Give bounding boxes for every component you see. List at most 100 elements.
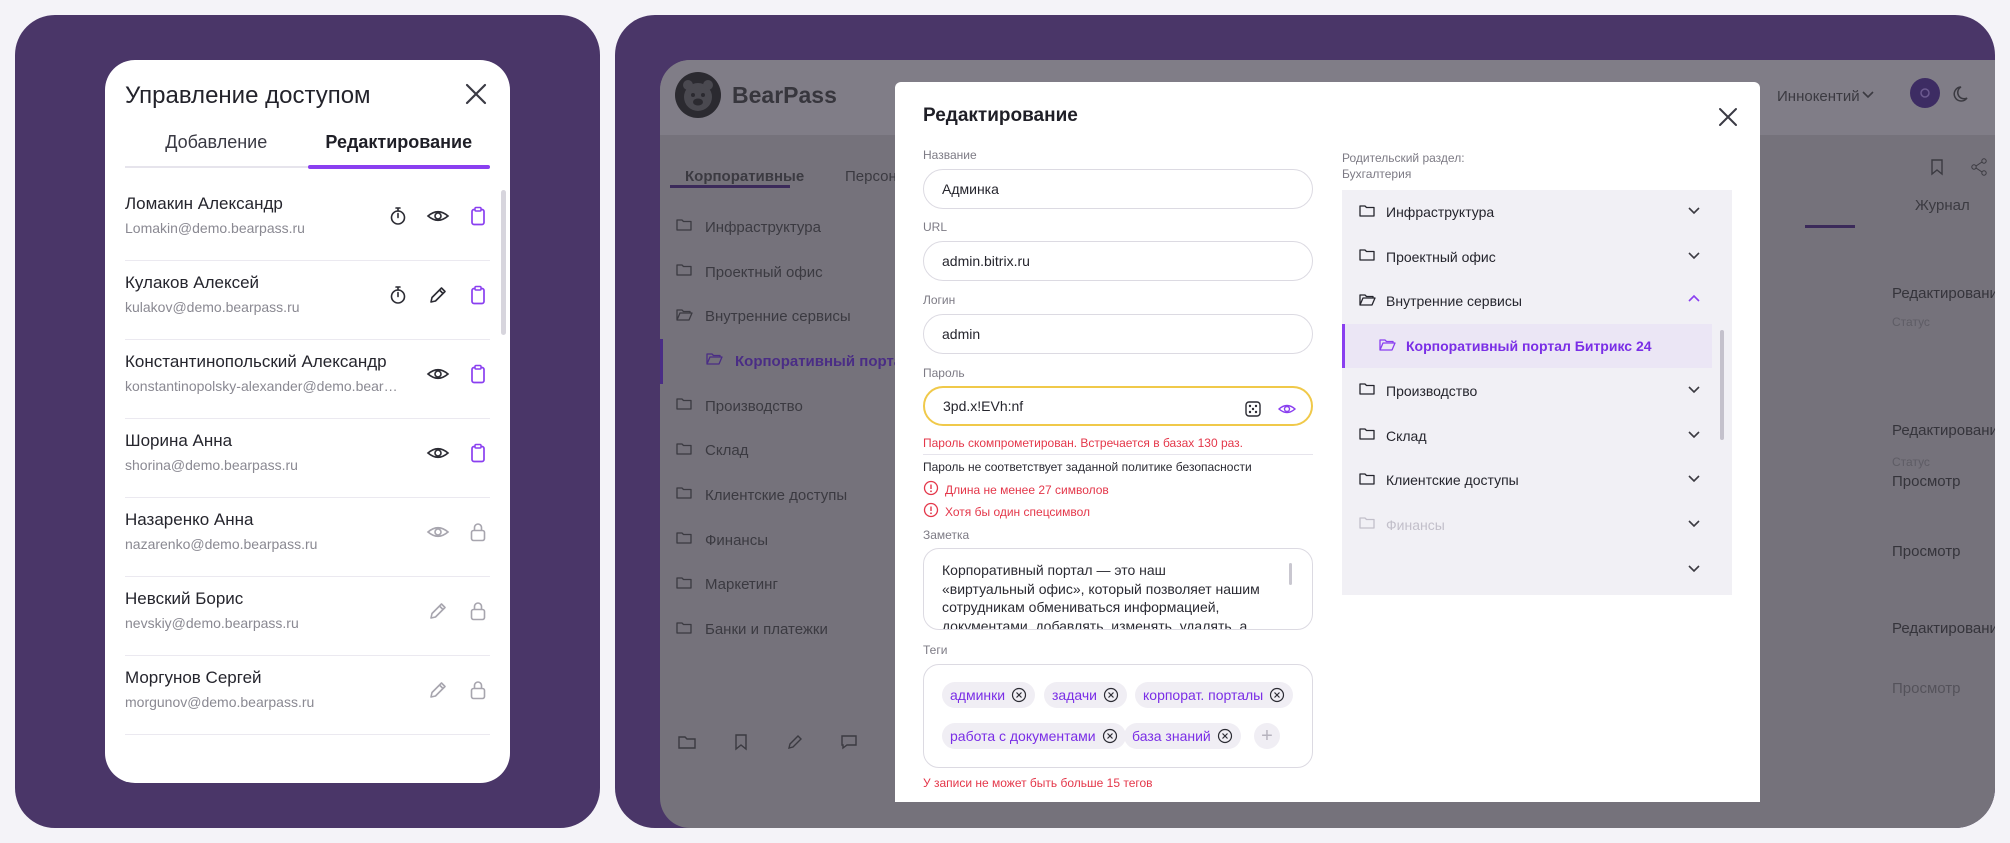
folder-icon bbox=[1358, 291, 1376, 312]
remove-tag-icon[interactable] bbox=[1011, 687, 1027, 703]
chevron-down-icon[interactable] bbox=[1860, 86, 1876, 107]
scrollbar[interactable] bbox=[1720, 330, 1724, 440]
parent-folder-item[interactable] bbox=[1342, 548, 1712, 592]
parent-folder-label: Клиентские доступы bbox=[1386, 472, 1519, 489]
note-text: Корпоративный портал — это наш «виртуаль… bbox=[942, 562, 1260, 630]
folder-label: Маркетинг bbox=[705, 576, 778, 594]
eye-icon[interactable] bbox=[426, 204, 450, 228]
tag-chip: корпорат. порталы bbox=[1135, 682, 1294, 708]
chevron-down-icon[interactable] bbox=[1686, 470, 1702, 489]
parent-folder-item[interactable]: Клиентские доступы bbox=[1342, 458, 1712, 502]
access-title: Управление доступом bbox=[125, 82, 371, 109]
left-showcase-panel: Управление доступом Добавление Редактиро… bbox=[15, 15, 600, 828]
bookmark-icon[interactable] bbox=[1925, 155, 1949, 179]
policy-rule: Длина не менее 27 символов bbox=[923, 480, 1109, 499]
folder-icon bbox=[1358, 202, 1376, 223]
user-row[interactable]: Шорина Анна shorina@demo.bearpass.ru bbox=[125, 419, 490, 498]
permission-value: Редактирование bbox=[1892, 620, 1995, 637]
parent-folder-item[interactable]: Проектный офис bbox=[1342, 235, 1712, 279]
parent-folder-item[interactable]: Склад bbox=[1342, 414, 1712, 458]
user-row[interactable]: Ломакин Александр Lomakin@demo.bearpass.r… bbox=[125, 182, 490, 261]
login-field[interactable]: admin bbox=[923, 314, 1313, 354]
tab-journal[interactable]: Журнал bbox=[1915, 197, 1970, 214]
parent-folder-item[interactable]: Финансы bbox=[1342, 503, 1712, 547]
remove-tag-icon[interactable] bbox=[1102, 728, 1118, 744]
remove-tag-icon[interactable] bbox=[1217, 728, 1233, 744]
chevron-down-icon[interactable] bbox=[1686, 560, 1702, 579]
tag-chip: работа с документами bbox=[942, 723, 1126, 749]
user-name[interactable]: Иннокентий bbox=[1777, 88, 1860, 105]
folder-label: Склад bbox=[705, 442, 749, 460]
url-field[interactable]: admin.bitrix.ru bbox=[923, 241, 1313, 281]
parent-folder-label: Склад bbox=[1386, 427, 1427, 444]
folder-add-icon[interactable] bbox=[675, 730, 699, 754]
note-label: Заметка bbox=[923, 528, 970, 542]
tab-corporate[interactable]: Корпоративные bbox=[685, 168, 804, 185]
clipboard-icon[interactable] bbox=[466, 362, 490, 386]
name-field[interactable]: Админка bbox=[923, 169, 1313, 209]
brand-name: BearPass bbox=[732, 82, 837, 108]
timer-icon[interactable] bbox=[386, 283, 410, 307]
parent-folder-item[interactable]: Корпоративный портал Битрикс 24 bbox=[1342, 324, 1712, 369]
parent-folder-item[interactable]: Производство bbox=[1342, 369, 1712, 413]
user-email: konstantinopolsky-alexander@demo.bearpas… bbox=[125, 378, 400, 394]
lock-icon[interactable] bbox=[466, 599, 490, 623]
clipboard-icon[interactable] bbox=[466, 204, 490, 228]
eye-icon[interactable] bbox=[1275, 397, 1299, 421]
folder-icon bbox=[675, 529, 693, 551]
scrollbar[interactable] bbox=[1289, 563, 1292, 585]
password-field[interactable]: 3pd.x!EVh:nf bbox=[923, 386, 1313, 426]
eye-faded-icon[interactable] bbox=[426, 520, 450, 544]
policy-rule-text: Хотя бы один спецсимвол bbox=[945, 504, 1091, 519]
pencil-faded-icon[interactable] bbox=[426, 599, 450, 623]
scrollbar[interactable] bbox=[501, 190, 506, 335]
modal-title: Редактирование bbox=[923, 105, 1078, 126]
eye-icon[interactable] bbox=[426, 362, 450, 386]
folder-label: Проектный офис bbox=[705, 263, 823, 281]
remove-tag-icon[interactable] bbox=[1103, 687, 1119, 703]
share-icon[interactable] bbox=[1967, 155, 1991, 179]
tab-edit[interactable]: Редактирование bbox=[307, 124, 491, 169]
timer-icon[interactable] bbox=[386, 204, 410, 228]
chevron-down-icon[interactable] bbox=[1686, 247, 1702, 266]
lock-icon[interactable] bbox=[466, 520, 490, 544]
parent-folder-item[interactable]: Внутренние сервисы bbox=[1342, 279, 1712, 323]
add-tag-button[interactable]: + bbox=[1254, 723, 1280, 749]
parent-section-label: Родительский раздел: Бухгалтерия bbox=[1342, 150, 1465, 182]
chevron-down-icon[interactable] bbox=[1686, 515, 1702, 534]
alert-icon bbox=[923, 480, 939, 499]
eye-icon[interactable] bbox=[426, 441, 450, 465]
active-tab-indicator bbox=[670, 185, 790, 188]
user-row[interactable]: Невский Борис nevskiy@demo.bearpass.ru bbox=[125, 577, 490, 656]
close-icon[interactable] bbox=[462, 80, 490, 108]
chevron-up-icon[interactable] bbox=[1686, 291, 1702, 310]
chevron-down-icon[interactable] bbox=[1686, 381, 1702, 400]
user-row[interactable]: Назаренко Анна nazarenko@demo.bearpass.ru bbox=[125, 498, 490, 577]
user-row[interactable]: Кулаков Алексей kulakov@demo.bearpass.ru bbox=[125, 261, 490, 340]
folder-icon bbox=[675, 440, 693, 462]
clipboard-icon[interactable] bbox=[466, 441, 490, 465]
pencil-faded-icon[interactable] bbox=[426, 678, 450, 702]
bookmark-icon[interactable] bbox=[729, 730, 753, 754]
comment-icon[interactable] bbox=[837, 730, 861, 754]
close-icon[interactable] bbox=[1716, 105, 1740, 129]
sun-icon[interactable] bbox=[1910, 78, 1940, 108]
clipboard-icon[interactable] bbox=[466, 283, 490, 307]
tab-personal[interactable]: Персон bbox=[845, 168, 897, 185]
tab-add[interactable]: Добавление bbox=[125, 124, 308, 166]
chevron-down-icon[interactable] bbox=[1686, 202, 1702, 221]
chevron-down-icon[interactable] bbox=[1686, 426, 1702, 445]
lock-icon[interactable] bbox=[466, 678, 490, 702]
note-textarea[interactable]: Корпоративный портал — это наш «виртуаль… bbox=[923, 548, 1313, 630]
moon-icon[interactable] bbox=[1952, 83, 1974, 110]
pencil-icon[interactable] bbox=[426, 283, 450, 307]
tags-field[interactable]: админки задачи корпорат. порталы работа … bbox=[923, 664, 1313, 768]
parent-folder-item[interactable]: Инфраструктура bbox=[1342, 190, 1712, 234]
folder-label: Внутренние сервисы bbox=[705, 308, 851, 326]
pencil-icon[interactable] bbox=[783, 730, 807, 754]
user-row[interactable]: Константинопольский Александр konstantino… bbox=[125, 340, 490, 419]
remove-tag-icon[interactable] bbox=[1269, 687, 1285, 703]
user-row[interactable]: Моргунов Сергей morgunov@demo.bearpass.ru bbox=[125, 656, 490, 735]
login-label: Логин bbox=[923, 293, 956, 307]
dice-icon[interactable] bbox=[1241, 397, 1265, 421]
